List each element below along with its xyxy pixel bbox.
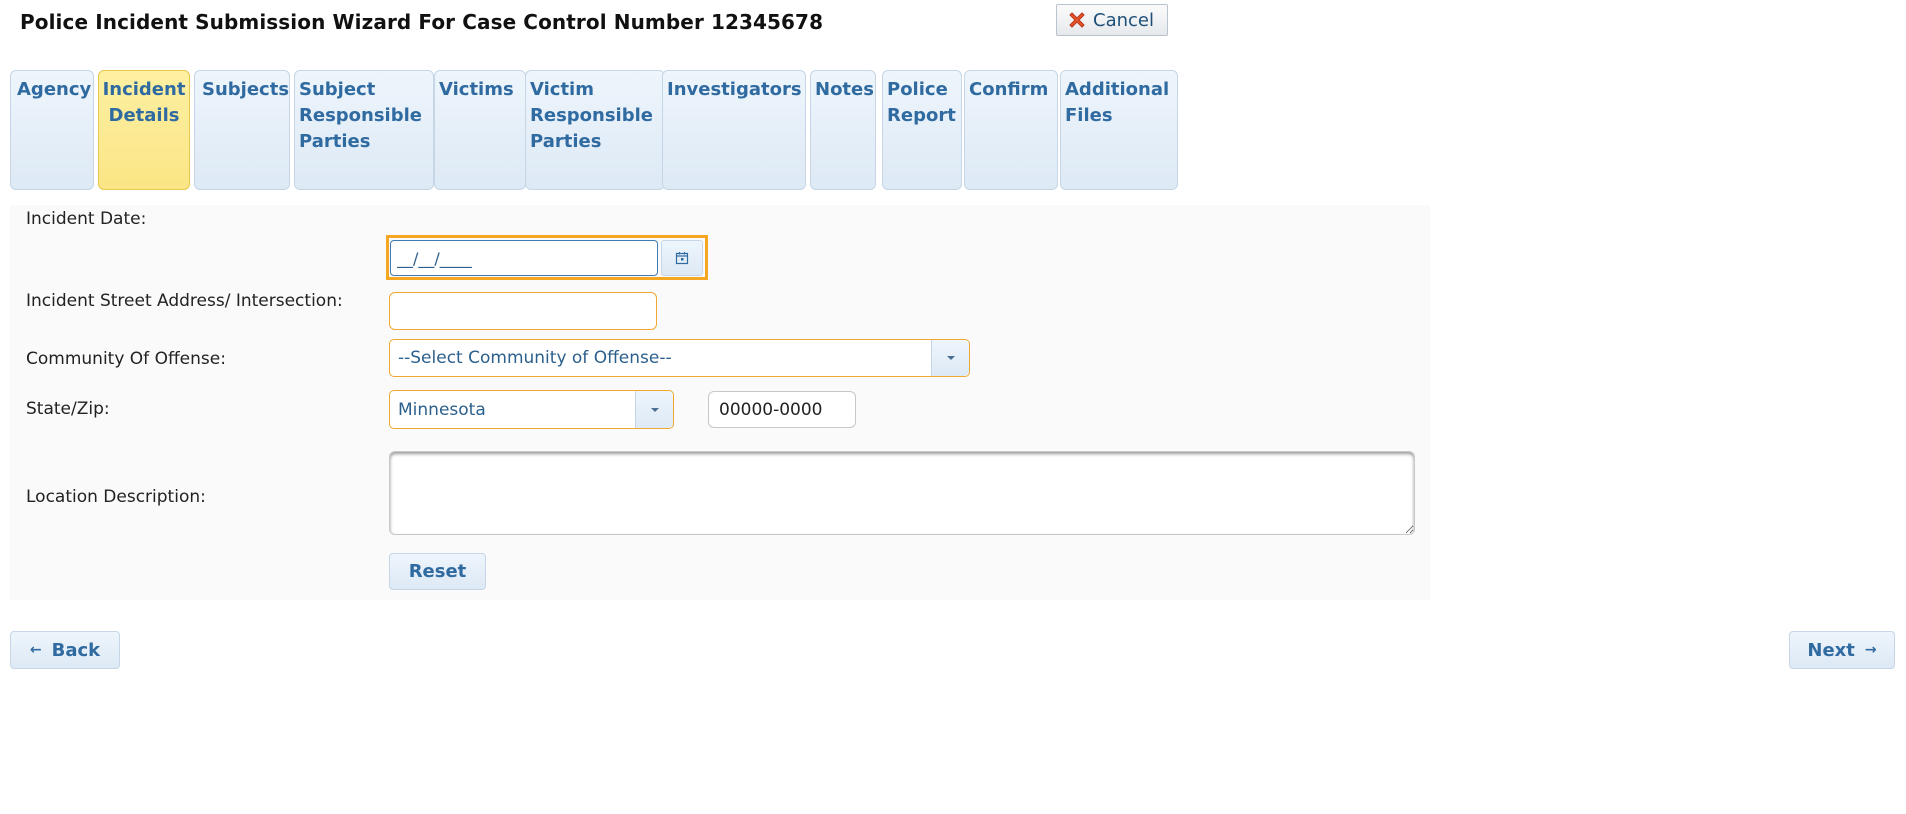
chevron-down-icon[interactable] — [635, 391, 673, 428]
tab-victim-responsible-parties[interactable]: Victim Responsible Parties — [525, 70, 665, 190]
cancel-label: Cancel — [1093, 9, 1154, 31]
community-label: Community Of Offense: — [26, 349, 226, 369]
tab-label: Investigators — [667, 79, 802, 100]
location-description-label: Location Description: — [26, 487, 206, 507]
tab-label: Subjects — [202, 79, 290, 100]
tab-label: Subject Responsible Parties — [299, 79, 422, 152]
tab-additional-files[interactable]: Additional Files — [1060, 70, 1178, 190]
tab-victims[interactable]: Victims — [434, 70, 526, 190]
location-description-input[interactable] — [389, 451, 1415, 535]
community-select-value: --Select Community of Offense-- — [398, 348, 672, 368]
tab-label: Notes — [815, 79, 874, 100]
tab-label: Confirm — [969, 79, 1049, 100]
tab-subjects[interactable]: Subjects — [194, 70, 290, 190]
tab-label: Additional Files — [1065, 79, 1170, 126]
cancel-button[interactable]: Cancel — [1056, 4, 1168, 36]
incident-date-input[interactable] — [390, 240, 658, 276]
tab-label: Victim Responsible Parties — [530, 79, 653, 152]
tab-label: Agency — [17, 79, 92, 100]
state-select[interactable]: Minnesota — [389, 390, 674, 429]
close-icon — [1065, 8, 1089, 32]
back-button[interactable]: ← Back — [10, 631, 120, 669]
calendar-button[interactable] — [661, 240, 703, 276]
community-select[interactable]: --Select Community of Offense-- — [389, 339, 970, 377]
state-zip-label: State/Zip: — [26, 399, 110, 419]
tab-confirm[interactable]: Confirm — [964, 70, 1058, 190]
calendar-icon — [675, 252, 689, 265]
tab-police-report[interactable]: Police Report — [882, 70, 962, 190]
tab-incident-details[interactable]: Incident Details — [98, 70, 190, 190]
arrow-left-icon: ← — [29, 642, 42, 658]
page-title: Police Incident Submission Wizard For Ca… — [20, 10, 824, 34]
tab-label: Victims — [439, 79, 514, 100]
tab-label: Police Report — [887, 79, 956, 126]
tab-notes[interactable]: Notes — [810, 70, 876, 190]
wizard-header: Police Incident Submission Wizard For Ca… — [0, 0, 1185, 48]
back-label: Back — [51, 639, 101, 661]
tab-agency[interactable]: Agency — [10, 70, 94, 190]
state-select-value: Minnesota — [398, 399, 486, 420]
incident-address-input[interactable] — [389, 292, 657, 330]
reset-button[interactable]: Reset — [389, 553, 486, 590]
next-label: Next — [1807, 639, 1855, 661]
reset-label: Reset — [408, 561, 467, 582]
incident-address-label: Incident Street Address/ Intersection: — [26, 291, 343, 311]
tab-subject-responsible-parties[interactable]: Subject Responsible Parties — [294, 70, 434, 190]
zip-value: 00000-0000 — [719, 399, 823, 420]
incident-date-label: Incident Date: — [26, 209, 147, 229]
tab-label: Incident Details — [102, 79, 186, 126]
tab-investigators[interactable]: Investigators — [662, 70, 806, 190]
next-button[interactable]: Next → — [1789, 631, 1895, 669]
chevron-down-icon[interactable] — [931, 340, 969, 376]
zip-input[interactable]: 00000-0000 — [708, 391, 856, 428]
arrow-right-icon: → — [1864, 642, 1877, 658]
